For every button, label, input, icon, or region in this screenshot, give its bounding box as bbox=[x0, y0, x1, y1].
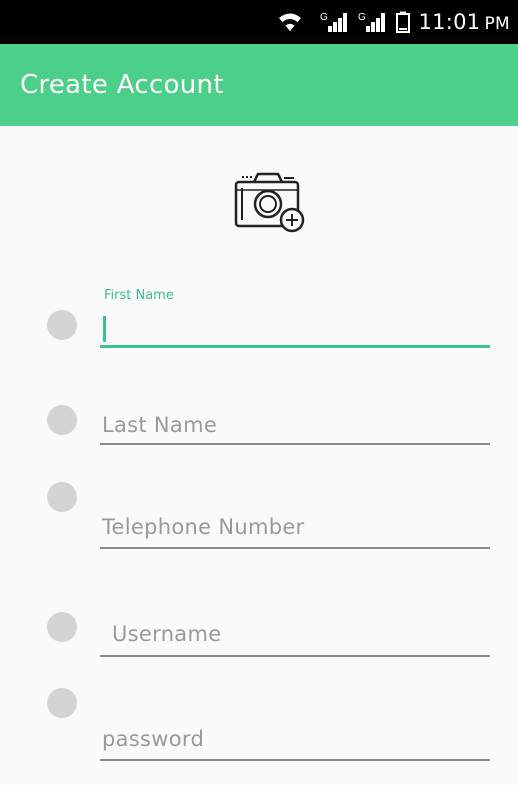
last-name-underline bbox=[100, 443, 490, 445]
signal-icon: G bbox=[320, 11, 350, 33]
text-caret bbox=[103, 316, 106, 342]
add-photo-button[interactable] bbox=[232, 168, 312, 238]
username-placeholder: Username bbox=[112, 622, 222, 646]
wifi-icon bbox=[278, 12, 302, 32]
telephone-field-icon bbox=[47, 482, 77, 512]
first-name-underline bbox=[100, 345, 490, 348]
last-name-field[interactable]: Last Name bbox=[100, 410, 490, 446]
username-field-icon bbox=[47, 612, 77, 642]
last-name-placeholder: Last Name bbox=[102, 413, 218, 437]
app-bar: Create Account bbox=[0, 44, 518, 126]
password-underline bbox=[100, 759, 490, 761]
first-name-label: First Name bbox=[104, 288, 174, 303]
username-field[interactable]: Username bbox=[100, 618, 490, 658]
password-field[interactable]: password bbox=[100, 724, 490, 762]
add-photo-camera-icon bbox=[234, 172, 305, 233]
password-placeholder: password bbox=[102, 727, 205, 751]
status-time: 11:01 PM bbox=[418, 10, 510, 34]
telephone-placeholder: Telephone Number bbox=[102, 515, 305, 539]
signal-icon: G bbox=[358, 11, 388, 33]
username-underline bbox=[100, 655, 490, 657]
clock-ampm: PM bbox=[484, 14, 510, 34]
clock-time: 11:01 bbox=[418, 10, 481, 34]
status-icons: G G 11:01 PM bbox=[278, 0, 510, 44]
network-type-label: G bbox=[320, 12, 328, 23]
first-name-field-icon bbox=[47, 310, 77, 340]
password-field-icon bbox=[47, 688, 77, 718]
page-title: Create Account bbox=[20, 70, 224, 100]
telephone-field[interactable]: Telephone Number bbox=[100, 512, 490, 550]
status-bar: G G 11:01 PM bbox=[0, 0, 518, 44]
first-name-field[interactable]: First Name bbox=[100, 288, 490, 350]
last-name-field-icon bbox=[47, 405, 77, 435]
battery-icon bbox=[396, 11, 411, 33]
telephone-underline bbox=[100, 547, 490, 549]
network-type-label: G bbox=[358, 12, 366, 23]
